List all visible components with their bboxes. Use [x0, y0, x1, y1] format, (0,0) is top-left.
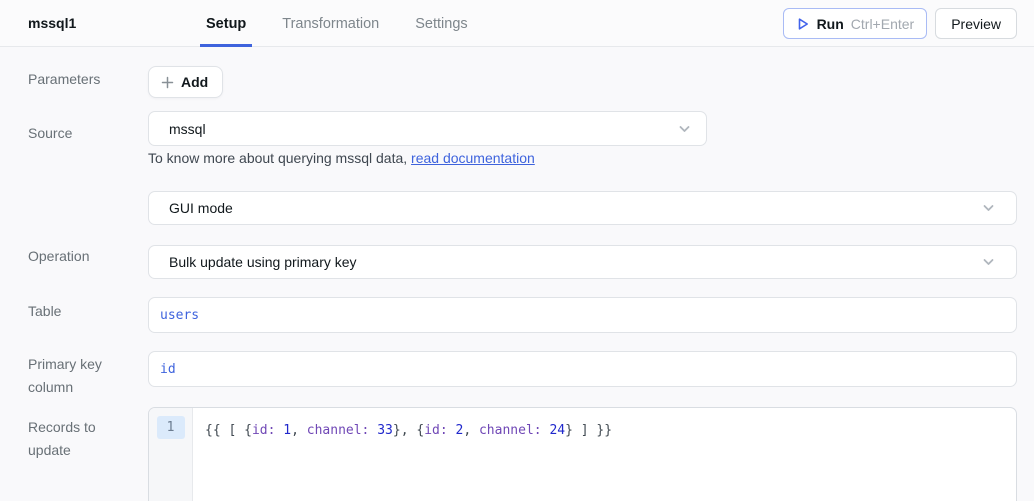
- mode-select-value: GUI mode: [169, 200, 233, 216]
- tab-transformation[interactable]: Transformation: [276, 0, 385, 47]
- query-editor-panel: mssql1 Setup Transformation Settings Run…: [0, 0, 1034, 501]
- source-helper-text: To know more about querying mssql data, …: [148, 150, 535, 166]
- plus-icon: [161, 76, 174, 89]
- chevron-down-icon: [981, 255, 996, 270]
- table-input-value: users: [160, 308, 199, 323]
- read-documentation-link[interactable]: read documentation: [411, 150, 535, 166]
- editor-code-line[interactable]: {{ [ {id: 1, channel: 33}, {id: 2, chann…: [193, 408, 1016, 501]
- table-input[interactable]: users: [148, 297, 1017, 333]
- play-icon: [796, 17, 810, 31]
- primary-key-input[interactable]: id: [148, 351, 1017, 387]
- preview-button[interactable]: Preview: [935, 8, 1017, 39]
- editor-gutter: 1: [149, 408, 193, 501]
- run-shortcut: Ctrl+Enter: [851, 16, 914, 32]
- tab-bar: Setup Transformation Settings: [200, 0, 474, 47]
- query-header: mssql1 Setup Transformation Settings Run…: [0, 0, 1034, 47]
- header-actions: Run Ctrl+Enter Preview: [783, 8, 1017, 39]
- source-helper-prefix: To know more about querying mssql data,: [148, 150, 411, 166]
- run-button[interactable]: Run Ctrl+Enter: [783, 8, 928, 39]
- mode-select[interactable]: GUI mode: [148, 191, 1017, 225]
- run-button-label: Run: [817, 16, 844, 32]
- primary-key-label: Primary key column: [28, 353, 140, 399]
- table-label: Table: [28, 300, 140, 323]
- source-select-value: mssql: [169, 121, 206, 137]
- parameters-label: Parameters: [28, 68, 140, 91]
- tab-settings[interactable]: Settings: [409, 0, 473, 47]
- operation-select-value: Bulk update using primary key: [169, 254, 357, 270]
- records-code-editor[interactable]: 1 {{ [ {id: 1, channel: 33}, {id: 2, cha…: [148, 407, 1017, 501]
- add-parameter-button[interactable]: Add: [148, 66, 223, 98]
- editor-line-number: 1: [157, 416, 185, 439]
- chevron-down-icon: [981, 201, 996, 216]
- records-label: Records to update: [28, 416, 140, 462]
- primary-key-input-value: id: [160, 362, 176, 377]
- query-title: mssql1: [28, 15, 76, 31]
- source-select[interactable]: mssql: [148, 111, 707, 146]
- tab-setup[interactable]: Setup: [200, 0, 252, 47]
- operation-label: Operation: [28, 245, 140, 268]
- operation-select[interactable]: Bulk update using primary key: [148, 245, 1017, 279]
- add-parameter-label: Add: [181, 74, 208, 90]
- source-label: Source: [28, 122, 140, 145]
- chevron-down-icon: [677, 121, 692, 136]
